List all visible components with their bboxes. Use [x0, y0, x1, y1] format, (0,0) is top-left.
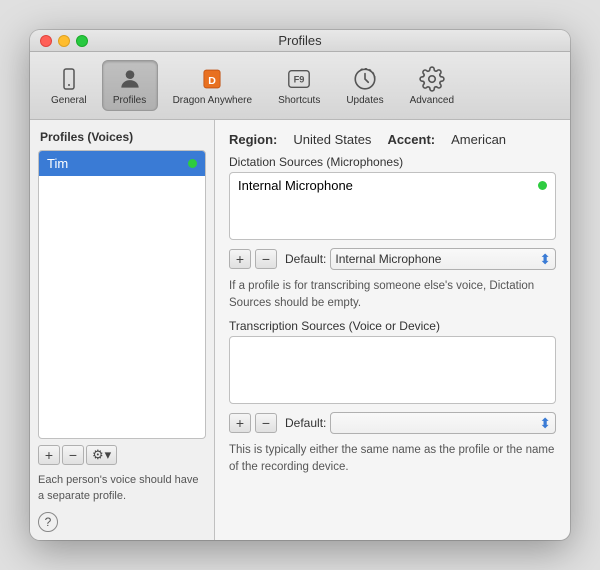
source-name: Internal Microphone: [238, 178, 353, 193]
region-value: United States: [293, 132, 371, 147]
toolbar-label-dragon: Dragon Anywhere: [173, 95, 253, 106]
transcription-sources-section: Transcription Sources (Voice or Device): [229, 319, 556, 404]
f9-icon: F9: [285, 65, 313, 93]
updates-icon: [351, 65, 379, 93]
transcription-info-text: This is typically either the same name a…: [229, 442, 556, 475]
source-item-internal-mic[interactable]: Internal Microphone: [230, 173, 555, 198]
person-icon: [116, 65, 144, 93]
profile-list-controls: + − ⚙ ▾: [38, 445, 206, 465]
help-button[interactable]: ?: [38, 512, 58, 532]
phone-icon: [55, 65, 83, 93]
add-profile-button[interactable]: +: [38, 445, 60, 465]
toolbar-item-dragon[interactable]: D Dragon Anywhere: [162, 60, 264, 111]
gear-menu-button[interactable]: ⚙ ▾: [86, 445, 117, 465]
remove-profile-button[interactable]: −: [62, 445, 84, 465]
panel-title: Profiles (Voices): [38, 130, 206, 144]
transcription-sources-title: Transcription Sources (Voice or Device): [229, 319, 556, 333]
gear-chevron: ▾: [105, 447, 112, 463]
default-label: Default:: [285, 252, 326, 266]
minimize-button[interactable]: [58, 35, 70, 47]
toolbar-item-general[interactable]: General: [40, 60, 98, 111]
titlebar: Profiles: [30, 30, 570, 52]
dictation-sources-section: Dictation Sources (Microphones) Internal…: [229, 155, 556, 240]
source-active-dot: [538, 181, 547, 190]
toolbar-item-updates[interactable]: Updates: [335, 60, 394, 111]
select-arrows-icon: ⬍: [539, 252, 551, 266]
add-source-button[interactable]: +: [229, 249, 251, 269]
toolbar: General Profiles D Dragon Anywhere: [30, 52, 570, 120]
toolbar-label-profiles: Profiles: [113, 95, 146, 106]
main-window: Profiles General Profiles: [30, 30, 570, 540]
profile-item-tim[interactable]: Tim: [39, 151, 205, 176]
toolbar-item-profiles[interactable]: Profiles: [102, 60, 158, 111]
accent-label: Accent:: [387, 132, 435, 147]
remove-transcription-button[interactable]: −: [255, 413, 277, 433]
dictation-info-text: If a profile is for transcribing someone…: [229, 278, 556, 311]
dictation-controls-row: + − Default: Internal Microphone ⬍: [229, 248, 556, 270]
toolbar-label-shortcuts: Shortcuts: [278, 95, 320, 106]
toolbar-label-updates: Updates: [346, 95, 383, 106]
toolbar-item-shortcuts[interactable]: F9 Shortcuts: [267, 60, 331, 111]
toolbar-label-general: General: [51, 95, 87, 106]
content-area: Profiles (Voices) Tim + − ⚙ ▾ Each perso…: [30, 120, 570, 540]
window-title: Profiles: [278, 33, 321, 48]
accent-value: American: [451, 132, 506, 147]
profile-active-dot: [188, 159, 197, 168]
toolbar-label-advanced: Advanced: [410, 95, 454, 106]
profile-hint: Each person's voice should have a separa…: [38, 473, 206, 504]
left-panel: Profiles (Voices) Tim + − ⚙ ▾ Each perso…: [30, 120, 215, 540]
profile-name: Tim: [47, 156, 68, 171]
default-microphone-select[interactable]: Internal Microphone ⬍: [330, 248, 556, 270]
dictation-sources-list: Internal Microphone: [229, 172, 556, 240]
dictation-sources-title: Dictation Sources (Microphones): [229, 155, 556, 169]
gear-icon-small: ⚙: [92, 447, 104, 463]
profiles-list: Tim: [38, 150, 206, 439]
remove-source-button[interactable]: −: [255, 249, 277, 269]
transcription-default-select[interactable]: ⬍: [330, 412, 556, 434]
region-accent-row: Region: United States Accent: American: [229, 132, 556, 147]
gear-icon: [418, 65, 446, 93]
transcription-default-label: Default:: [285, 416, 326, 430]
add-transcription-button[interactable]: +: [229, 413, 251, 433]
right-panel: Region: United States Accent: American D…: [215, 120, 570, 540]
dragon-icon: D: [198, 65, 226, 93]
toolbar-item-advanced[interactable]: Advanced: [399, 60, 465, 111]
close-button[interactable]: [40, 35, 52, 47]
maximize-button[interactable]: [76, 35, 88, 47]
transcription-controls-row: + − Default: ⬍: [229, 412, 556, 434]
traffic-lights: [40, 35, 88, 47]
svg-text:D: D: [209, 75, 217, 87]
svg-text:F9: F9: [294, 75, 305, 85]
region-label: Region:: [229, 132, 277, 147]
transcription-sources-list: [229, 336, 556, 404]
default-select-value: Internal Microphone: [335, 252, 441, 266]
transcription-select-arrows-icon: ⬍: [539, 416, 551, 430]
